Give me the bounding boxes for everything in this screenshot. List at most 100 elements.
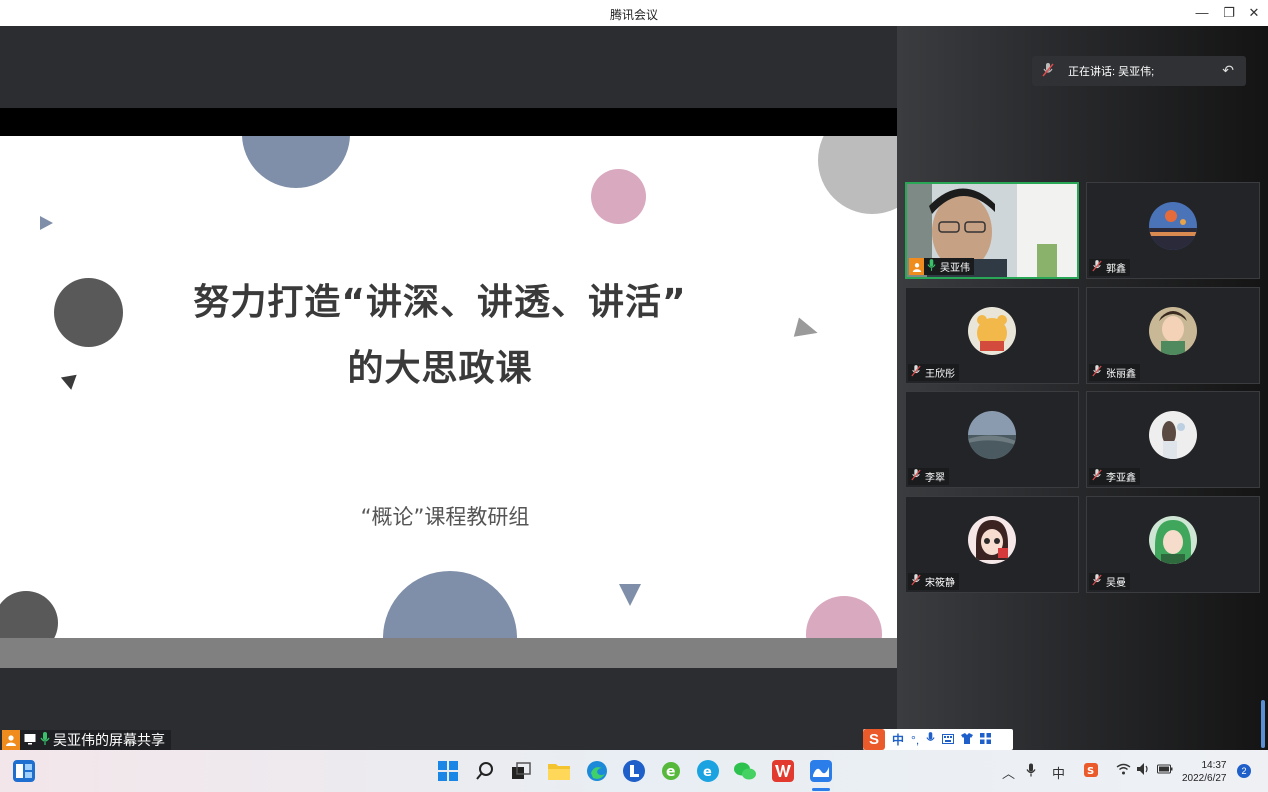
sogou-tray-icon[interactable]: S [1084, 763, 1098, 780]
host-icon [909, 258, 924, 275]
participant-tile[interactable]: 王欣彤 [905, 287, 1079, 384]
scrollbar-thumb[interactable] [1261, 700, 1265, 748]
task-view-icon[interactable] [510, 760, 532, 782]
browser-icon[interactable]: e [660, 760, 682, 782]
person-icon [2, 730, 20, 750]
slide-title-line2: 的大思政课 [347, 348, 533, 389]
participant-name: 吴亚伟 [940, 263, 970, 274]
ime-toolbar[interactable]: S 中 °, [863, 729, 1013, 750]
mic-muted-icon [1092, 365, 1102, 380]
slide-circle-dark-left [54, 278, 123, 347]
avatar [1149, 516, 1197, 564]
notification-badge[interactable]: 2 [1237, 764, 1251, 778]
participant-name: 吴曼 [1106, 578, 1126, 589]
minimize-button[interactable]: — [1190, 3, 1214, 23]
start-icon[interactable] [437, 760, 459, 782]
speaking-text: 正在讲话: 吴亚伟; [1068, 66, 1155, 78]
windows-taskbar: e e ︿ 中 S 14:37 2022/6/27 2 [0, 750, 1268, 792]
clock-date: 2022/6/27 [1182, 773, 1227, 784]
wifi-icon[interactable] [1116, 763, 1131, 778]
collapse-icon[interactable]: ↶ [1222, 62, 1234, 79]
participant-name-label: 吴曼 [1089, 573, 1130, 590]
microphone-tray-icon[interactable] [1026, 763, 1036, 780]
ime-punct-button[interactable]: °, [911, 733, 919, 747]
mic-muted-icon [1092, 260, 1102, 275]
slide-circle-pink-small [591, 169, 646, 224]
mic-icon [927, 259, 936, 274]
mic-muted-icon [911, 365, 921, 380]
sogou-logo-icon[interactable]: S [863, 729, 885, 750]
mic-muted-icon [911, 469, 921, 484]
participant-name: 张丽鑫 [1106, 369, 1136, 380]
mic-muted-icon [1042, 62, 1054, 80]
avatar [968, 307, 1016, 355]
clock-time: 14:37 [1201, 760, 1227, 771]
search-icon[interactable] [474, 760, 496, 782]
ime-keyboard-icon[interactable] [942, 733, 955, 747]
participant-name-label: 宋筱静 [908, 573, 959, 590]
window-title: 腾讯会议 [609, 8, 658, 22]
participant-name-label: 吴亚伟 [909, 258, 974, 275]
avatar [968, 516, 1016, 564]
participant-name: 郭鑫 [1106, 264, 1126, 275]
svg-text:e: e [666, 764, 676, 780]
screen-share-area[interactable]: 努力打造“讲深、讲透、讲活” 的大思政课 “概论”课程教研组 [0, 26, 897, 750]
close-button[interactable]: ✕ [1242, 3, 1266, 23]
slide-triangle-blue [40, 216, 53, 230]
participant-tile[interactable]: 张丽鑫 [1086, 287, 1260, 384]
participant-name-label: 郭鑫 [1089, 259, 1130, 276]
avatar [1149, 307, 1197, 355]
participant-tile[interactable]: 郭鑫 [1086, 182, 1260, 279]
ime-toolbox-icon[interactable] [980, 732, 992, 747]
chevron-up-icon[interactable]: ︿ [1002, 763, 1015, 782]
mic-muted-icon [1092, 469, 1102, 484]
slide-subtitle: “概论”课程教研组 [360, 505, 530, 529]
slide-triangle-gray [793, 317, 821, 343]
participant-tile[interactable]: 吴曼 [1086, 496, 1260, 593]
participants-panel: 正在讲话: 吴亚伟; ↶ 吴亚伟 郭鑫 王欣彤 张丽鑫 李翠 李亚鑫 宋筱静 吴… [897, 26, 1268, 750]
screen-share-label: 吴亚伟的屏幕共享 [2, 730, 171, 750]
slide-circle-gray-right [818, 136, 897, 214]
file-explorer-icon[interactable] [548, 760, 570, 782]
ime-mode-button[interactable]: 中 [892, 731, 904, 748]
screen-share-icon [24, 732, 36, 748]
mic-muted-icon [1092, 574, 1102, 589]
volume-icon[interactable] [1137, 763, 1151, 778]
slide-title: 努力打造“讲深、讲透、讲活” 的大思政课 [140, 272, 740, 400]
participant-name: 王欣彤 [925, 369, 955, 380]
slide-circle-blue-bottom [383, 571, 517, 638]
participant-name-label: 李翠 [908, 468, 949, 485]
participant-tile[interactable]: 吴亚伟 [905, 182, 1079, 279]
participant-tile[interactable]: 李翠 [905, 391, 1079, 488]
participant-name-label: 张丽鑫 [1089, 364, 1140, 381]
taskbar-clock[interactable]: 14:37 2022/6/27 [1182, 759, 1227, 785]
wps-office-icon[interactable] [772, 760, 794, 782]
slide-triangle-blue-bottom [619, 584, 641, 606]
tencent-meeting-icon[interactable] [810, 760, 832, 782]
battery-icon[interactable] [1157, 763, 1173, 778]
wechat-icon[interactable] [734, 760, 756, 782]
mic-icon [40, 732, 50, 748]
participant-tile[interactable]: 李亚鑫 [1086, 391, 1260, 488]
participant-name: 宋筱静 [925, 578, 955, 589]
restore-button[interactable]: ❐ [1217, 3, 1241, 23]
title-bar: 腾讯会议 — ❐ ✕ [0, 0, 1268, 26]
participant-name: 李亚鑫 [1106, 473, 1136, 484]
widgets-icon[interactable] [13, 760, 35, 782]
ime-skin-icon[interactable] [961, 732, 974, 747]
slide-circle-blue-top [242, 136, 350, 188]
ime-tray-indicator[interactable]: 中 [1052, 763, 1065, 782]
letterbox-top [0, 108, 897, 136]
ie-browser-icon[interactable]: e [697, 760, 719, 782]
svg-text:e: e [703, 765, 712, 778]
letterbox-bottom [0, 638, 897, 668]
edge-browser-icon[interactable] [586, 760, 608, 782]
shared-slide: 努力打造“讲深、讲透、讲活” 的大思政课 “概论”课程教研组 [0, 136, 897, 638]
slide-circle-pink-bottom [806, 596, 882, 638]
avatar [1149, 202, 1197, 250]
ime-voice-icon[interactable] [926, 732, 935, 747]
participant-tile[interactable]: 宋筱静 [905, 496, 1079, 593]
avatar [1149, 411, 1197, 459]
svg-text:S: S [1087, 766, 1094, 777]
app-icon[interactable] [623, 760, 645, 782]
